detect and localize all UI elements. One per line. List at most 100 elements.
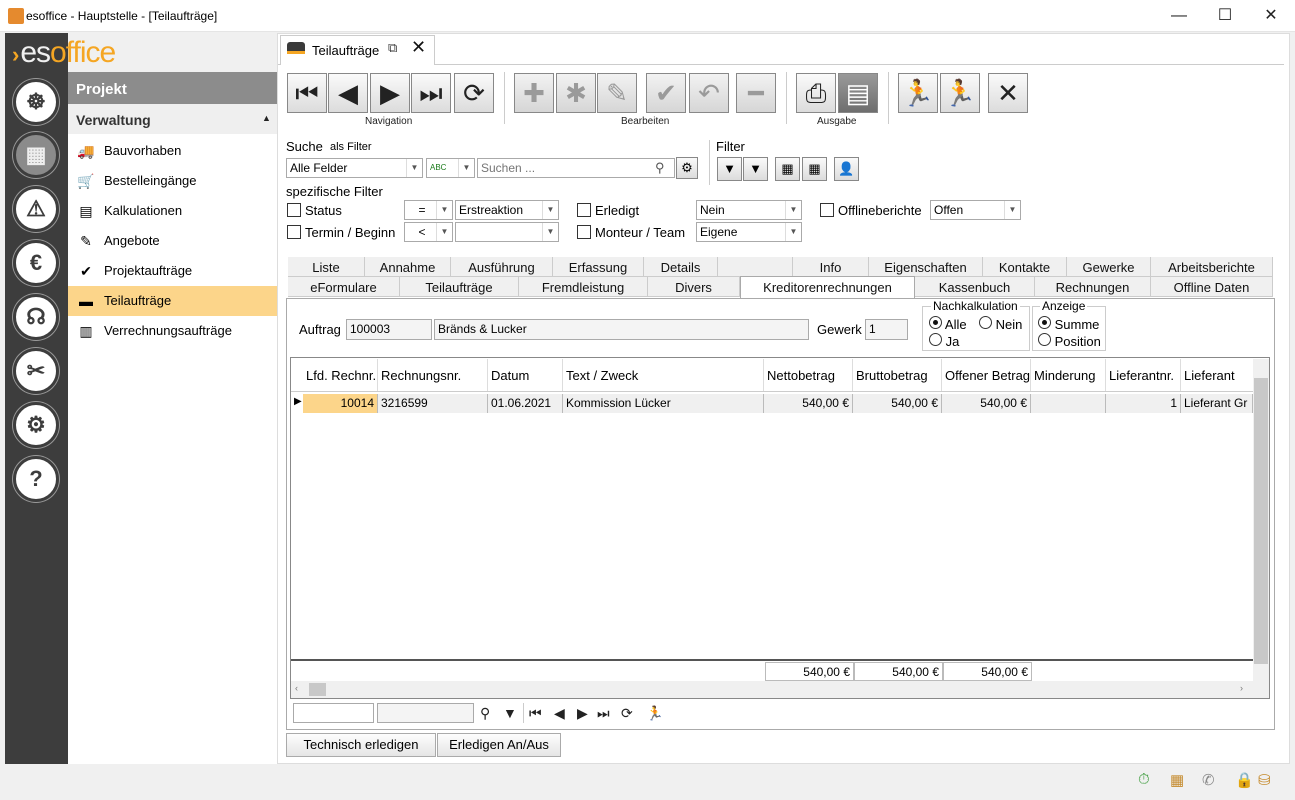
tools-icon[interactable]: ✂: [13, 348, 59, 394]
building-icon[interactable]: ▦: [1170, 771, 1184, 789]
status-value-select[interactable]: Erstreaktion ▼: [455, 200, 559, 220]
tab-kreditorenrechnungen[interactable]: Kreditorenrechnungen: [740, 276, 915, 298]
timer-icon[interactable]: ⏱: [1138, 771, 1150, 788]
popout-icon[interactable]: ⧉: [388, 40, 397, 56]
erledigt-checkbox[interactable]: [577, 203, 591, 217]
tab-teilauftraege[interactable]: Teilaufträge: [400, 277, 519, 297]
radio-position-circle[interactable]: [1038, 333, 1051, 346]
filter-icon[interactable]: ▼: [717, 157, 742, 181]
cell-text[interactable]: Kommission Lücker: [563, 394, 764, 413]
tab-details[interactable]: Details: [644, 257, 718, 277]
search-icon[interactable]: ⚲: [655, 160, 665, 176]
tab-arbeitsberichte[interactable]: Arbeitsberichte: [1151, 257, 1273, 277]
radio-alle-circle[interactable]: [929, 316, 942, 329]
lock-icon[interactable]: 🔒: [1235, 771, 1254, 789]
offline-checkbox[interactable]: [820, 203, 834, 217]
radio-ja-circle[interactable]: [929, 333, 942, 346]
auftrag-name-field[interactable]: Bränds & Lucker: [434, 319, 809, 340]
erledigt-select[interactable]: Nein ▼: [696, 200, 802, 220]
gewerk-field[interactable]: 1: [865, 319, 908, 340]
run-out-button[interactable]: 🏃: [898, 73, 938, 113]
offline-select[interactable]: Offen ▼: [930, 200, 1021, 220]
refresh-icon[interactable]: ⟳: [621, 705, 633, 722]
cell-lieferant[interactable]: Lieferant Gr: [1181, 394, 1253, 413]
status-checkbox[interactable]: [287, 203, 301, 217]
navigator-input-2[interactable]: [377, 703, 474, 723]
col-lfd-rechnr[interactable]: Lfd. Rechnr.: [303, 359, 378, 391]
radio-ja[interactable]: Ja: [929, 333, 959, 349]
search-icon[interactable]: ⚲: [480, 705, 490, 722]
radio-summe-circle[interactable]: [1038, 316, 1051, 329]
project-icon[interactable]: ▦: [13, 132, 59, 178]
tab-offline-daten[interactable]: Offline Daten: [1151, 277, 1273, 297]
col-nettobetrag[interactable]: Nettobetrag: [764, 359, 853, 391]
first-record-icon[interactable]: ⏮: [529, 705, 542, 722]
termin-checkbox[interactable]: [287, 225, 301, 239]
tab-info[interactable]: Info: [793, 257, 869, 277]
col-lieferant[interactable]: Lieferant: [1181, 359, 1253, 391]
vertical-scroll-thumb[interactable]: [1254, 378, 1268, 664]
save-button[interactable]: ✔: [646, 73, 686, 113]
cell-netto[interactable]: 540,00 €: [764, 394, 853, 413]
add-button[interactable]: ✚: [514, 73, 554, 113]
cell-rechnungsnr[interactable]: 3216599: [378, 394, 488, 413]
sidebar-group-verwaltung[interactable]: Verwaltung: [68, 104, 277, 134]
tab-eformulare[interactable]: eFormulare: [288, 277, 400, 297]
building-filter-2-icon[interactable]: ▦: [802, 157, 827, 181]
col-bruttobetrag[interactable]: Bruttobetrag: [853, 359, 942, 391]
auftrag-number-field[interactable]: 100003: [346, 319, 432, 340]
support-icon[interactable]: ☊: [13, 294, 59, 340]
col-lieferantnr[interactable]: Lieferantnr.: [1106, 359, 1181, 391]
sidebar-item-teilauftraege[interactable]: ▬ Teilaufträge: [68, 286, 277, 316]
status-operator-select[interactable]: = ▼: [404, 200, 453, 220]
sidebar-item-kalkulationen[interactable]: ▤ Kalkulationen: [68, 196, 277, 226]
tab-annahme[interactable]: Annahme: [365, 257, 451, 277]
tab-liste[interactable]: Liste: [288, 257, 365, 277]
erledigen-an-aus-button[interactable]: Erledigen An/Aus: [437, 733, 561, 757]
navigator-input-1[interactable]: [293, 703, 374, 723]
radio-position[interactable]: Position: [1038, 333, 1101, 349]
sidebar-item-projektauftraege[interactable]: ✔ Projektaufträge: [68, 256, 277, 286]
termin-operator-select[interactable]: < ▼: [404, 222, 453, 242]
radio-alle[interactable]: Alle: [929, 316, 967, 332]
radio-summe[interactable]: Summe: [1038, 316, 1099, 332]
sidebar-item-verrechnungsauftraege[interactable]: ▥ Verrechnungsaufträge: [68, 316, 277, 346]
minimize-button[interactable]: —: [1156, 0, 1202, 32]
col-offener-betrag[interactable]: Offener Betrag: [942, 359, 1031, 391]
cell-lieferantnr[interactable]: 1: [1106, 394, 1181, 413]
user-filter-icon[interactable]: 👤: [834, 157, 859, 181]
phone-icon[interactable]: ✆: [1202, 771, 1215, 789]
scroll-right-icon[interactable]: ›: [1240, 683, 1243, 693]
next-record-icon[interactable]: ▶: [577, 705, 588, 722]
close-button[interactable]: ✕: [988, 73, 1028, 113]
tab-fremdleistung[interactable]: Fremdleistung: [519, 277, 648, 297]
cell-lfd[interactable]: 10014: [303, 394, 378, 413]
tab-eigenschaften[interactable]: Eigenschaften: [869, 257, 983, 277]
last-record-icon[interactable]: ⏭: [597, 705, 610, 722]
first-record-button[interactable]: ⏮: [287, 73, 327, 113]
prev-record-icon[interactable]: ◀: [554, 705, 565, 722]
next-record-button[interactable]: ▶: [370, 73, 410, 113]
technisch-erledigen-button[interactable]: Technisch erledigen: [286, 733, 436, 757]
col-minderung[interactable]: Minderung: [1031, 359, 1106, 391]
building-filter-icon[interactable]: ▦: [775, 157, 800, 181]
finance-icon[interactable]: €: [13, 240, 59, 286]
sidebar-item-bauvorhaben[interactable]: 🚚 Bauvorhaben: [68, 136, 277, 166]
tab-kontakte[interactable]: Kontakte: [983, 257, 1067, 277]
report-button[interactable]: ▤: [838, 73, 878, 113]
search-mode-select[interactable]: ABC ▼: [426, 158, 475, 178]
chevron-up-icon[interactable]: ▲: [262, 113, 271, 123]
radio-nein[interactable]: Nein: [979, 316, 1022, 332]
tab-gewerke[interactable]: Gewerke: [1067, 257, 1151, 277]
cell-datum[interactable]: 01.06.2021: [488, 394, 563, 413]
prev-record-button[interactable]: ◀: [328, 73, 368, 113]
undo-button[interactable]: ↶: [689, 73, 729, 113]
close-tab-icon[interactable]: ✕: [411, 37, 426, 58]
help-icon[interactable]: ?: [13, 456, 59, 502]
delete-button[interactable]: ━: [736, 73, 776, 113]
horizontal-scrollbar[interactable]: [291, 681, 1269, 698]
filter-check-icon[interactable]: ▼: [743, 157, 768, 181]
search-input[interactable]: [477, 158, 675, 178]
tab-ausfuehrung[interactable]: Ausführung: [451, 257, 553, 277]
print-button[interactable]: ⎙: [796, 73, 836, 113]
